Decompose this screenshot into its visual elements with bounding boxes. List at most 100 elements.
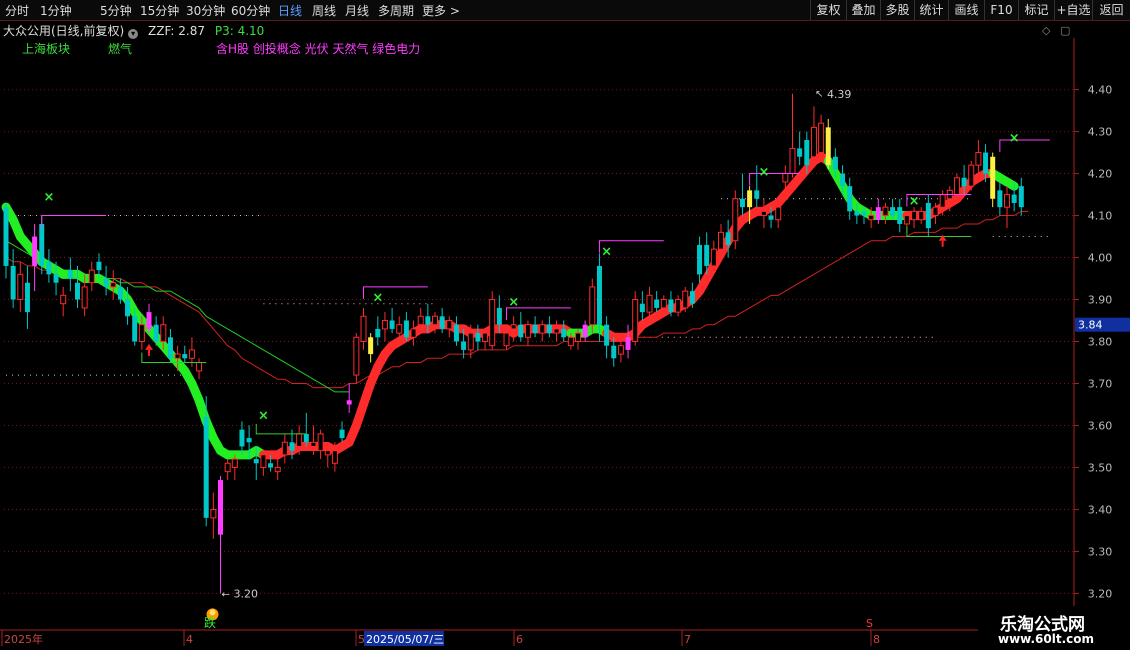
- y-tick-label: 3.60: [1088, 419, 1113, 432]
- y-tick-label: 3.90: [1088, 294, 1113, 307]
- restore-rights-button[interactable]: 复权: [810, 0, 846, 20]
- y-tick-label: 4.00: [1088, 252, 1113, 265]
- mark-button[interactable]: 标记: [1018, 0, 1054, 20]
- candle-body: [274, 466, 281, 473]
- candle-body: [825, 127, 831, 166]
- buy-signal-x-icon: ×: [508, 295, 519, 310]
- candle-body: [196, 361, 203, 372]
- candle-body: [303, 433, 309, 443]
- up-arrow-icon: [938, 234, 947, 241]
- high-annotation: 4.39: [827, 88, 852, 101]
- candle-body: [818, 122, 825, 154]
- candle-body: [425, 316, 431, 325]
- candlestick-chart[interactable]: 4.40 4.30 4.20 4.10 4.00 3.90 3.80 3.70 3.60 3.50…: [0, 38, 1130, 650]
- candle-body: [990, 156, 996, 199]
- buy-signal-x-icon: ×: [758, 165, 769, 180]
- tab-period-15min[interactable]: 15分钟: [140, 2, 179, 19]
- candle-body: [682, 290, 689, 309]
- multi-stock-button[interactable]: 多股: [880, 0, 914, 20]
- statistics-button[interactable]: 统计: [914, 0, 948, 20]
- x-tick-label: 5: [358, 633, 365, 646]
- tab-period-1min[interactable]: 1分钟: [40, 2, 72, 19]
- x-tick-label: 8: [873, 633, 880, 646]
- candle-body: [432, 315, 438, 326]
- candle-body: [625, 337, 631, 350]
- candle-body: [654, 299, 660, 308]
- candle-body: [324, 450, 331, 456]
- candle-body: [146, 312, 152, 329]
- tab-period-daily[interactable]: 日线: [278, 2, 302, 19]
- candle-body: [96, 261, 102, 271]
- y-tick-label: 4.20: [1088, 168, 1113, 181]
- y-tick-label: 4.30: [1088, 126, 1113, 139]
- candle-body: [639, 303, 645, 313]
- candle-body: [182, 354, 188, 359]
- candle-body: [646, 294, 653, 313]
- back-button[interactable]: 返回: [1092, 0, 1130, 20]
- y-tick-label: 3.30: [1088, 545, 1113, 558]
- candle-body: [861, 211, 867, 216]
- candle-body: [67, 270, 73, 279]
- tab-period-30min[interactable]: 30分钟: [186, 2, 225, 19]
- watermark-logo: 乐淘公式网 www.60lt.com: [978, 606, 1130, 650]
- buy-signal-x-icon: ×: [372, 291, 383, 306]
- candle-body: [718, 231, 724, 250]
- x-tick-label: 7: [684, 633, 691, 646]
- tab-period-60min[interactable]: 60分钟: [231, 2, 270, 19]
- zzf-value: ZZF: 2.87: [148, 24, 206, 38]
- candle-body: [675, 299, 682, 313]
- tab-period-monthly[interactable]: 月线: [345, 2, 369, 19]
- add-watchlist-button[interactable]: +自选: [1054, 0, 1092, 20]
- candle-body: [782, 173, 789, 183]
- candle-body: [224, 462, 231, 473]
- overlay-button[interactable]: 叠加: [846, 0, 880, 20]
- tab-period-multi[interactable]: 多周期: [378, 2, 414, 19]
- candle-body: [882, 206, 889, 217]
- tab-period-intraday[interactable]: 分时: [5, 2, 29, 19]
- candle-body: [375, 328, 381, 338]
- candle-body: [868, 215, 875, 221]
- candle-body: [582, 324, 588, 338]
- candle-body: [1018, 186, 1024, 208]
- candle-body: [546, 324, 552, 334]
- candle-body: [310, 441, 317, 447]
- draw-line-button[interactable]: 画线: [948, 0, 984, 20]
- candle-body: [961, 177, 967, 187]
- candle-body: [953, 177, 960, 196]
- candle-body: [968, 164, 975, 187]
- candle-body: [789, 147, 796, 175]
- cursor-date-label: 2025/05/07/三: [366, 633, 444, 646]
- y-tick-label: 4.40: [1088, 84, 1113, 97]
- candle-body: [331, 450, 338, 464]
- stock-title: 大众公用(日线,前复权): [3, 24, 125, 38]
- f10-button[interactable]: F10: [984, 0, 1018, 20]
- tab-period-more[interactable]: 更多 >: [422, 2, 460, 19]
- candle-body: [1004, 194, 1010, 208]
- candle-body: [617, 345, 624, 355]
- candle-body: [381, 320, 388, 330]
- tab-period-weekly[interactable]: 周线: [312, 2, 336, 19]
- buy-signal-x-icon: ×: [258, 408, 269, 423]
- tab-period-5min[interactable]: 5分钟: [100, 2, 132, 19]
- candle-body: [81, 286, 88, 309]
- candle-body: [575, 332, 581, 342]
- low-arrow-icon: ←: [222, 589, 230, 600]
- candle-body: [17, 273, 24, 301]
- candle-body: [260, 454, 267, 468]
- candle-body: [760, 210, 767, 217]
- diamond-icon[interactable]: ◇: [1042, 24, 1050, 37]
- candle-body: [539, 324, 546, 334]
- x-tick-label: 6: [516, 633, 523, 646]
- candle-body: [732, 198, 739, 242]
- candle-body: [875, 207, 881, 220]
- window-box-icon[interactable]: ▢: [1060, 24, 1070, 37]
- candle-body: [467, 332, 474, 351]
- candle-body: [797, 148, 803, 157]
- candle-body: [88, 269, 95, 284]
- candle-body: [60, 294, 67, 305]
- candle-body: [246, 438, 252, 443]
- candle-body: [561, 328, 567, 338]
- candle-body: [39, 223, 45, 266]
- candle-body: [503, 332, 510, 347]
- candle-body: [1011, 194, 1017, 203]
